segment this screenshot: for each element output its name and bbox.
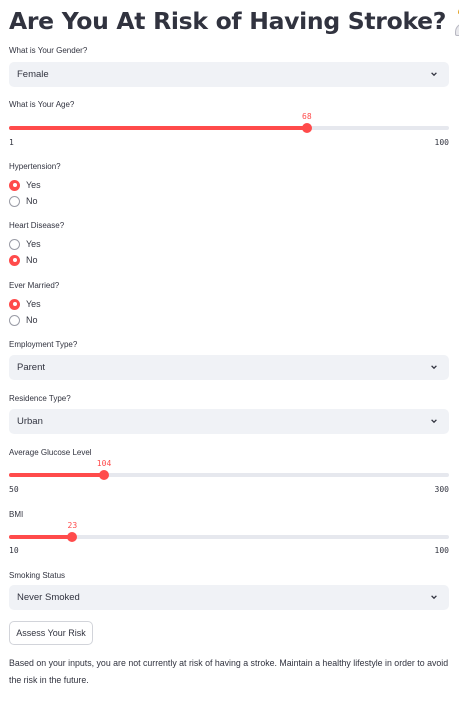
age-slider-fill — [9, 126, 307, 130]
glucose-max-tick: 300 — [434, 485, 449, 494]
health-worker-icon — [453, 6, 459, 36]
radio-label: No — [26, 196, 38, 206]
employment-select[interactable]: Parent — [9, 355, 449, 380]
age-max-tick: 100 — [434, 138, 449, 147]
hypertension-option-no[interactable]: No — [9, 195, 38, 207]
bmi-slider-thumb[interactable] — [67, 532, 78, 542]
heart-disease-label: Heart Disease? — [9, 221, 65, 230]
employment-select-value: Parent — [17, 362, 45, 373]
age-slider[interactable]: 68 — [9, 112, 449, 133]
radio-dot — [9, 238, 20, 250]
radio-label: No — [26, 315, 38, 325]
glucose-slider-thumb[interactable] — [99, 470, 110, 480]
residence-select-value: Urban — [17, 416, 43, 427]
residence-select[interactable]: Urban — [9, 409, 449, 434]
glucose-min-tick: 50 — [9, 485, 19, 494]
age-min-tick: 1 — [9, 138, 14, 147]
heart-disease-option-yes[interactable]: Yes — [9, 238, 41, 250]
hypertension-label: Hypertension? — [9, 162, 61, 171]
smoking-label: Smoking Status — [9, 571, 66, 580]
age-slider-value: 68 — [302, 112, 312, 121]
gender-select-value: Female — [17, 69, 49, 80]
radio-dot — [9, 179, 20, 191]
chevron-down-icon — [431, 419, 437, 424]
glucose-slider[interactable]: 104 — [9, 459, 449, 480]
page-title-text: Are You At Risk of Having Stroke? — [9, 7, 447, 35]
bmi-max-tick: 100 — [434, 546, 449, 555]
age-slider-thumb[interactable] — [301, 123, 312, 133]
ever-married-option-no[interactable]: No — [9, 314, 38, 326]
smoking-select-value: Never Smoked — [17, 592, 80, 603]
gender-select[interactable]: Female — [9, 62, 449, 87]
radio-dot — [9, 314, 20, 326]
chevron-down-icon — [431, 365, 437, 370]
chevron-down-icon — [431, 595, 437, 600]
radio-dot — [9, 254, 20, 266]
chevron-down-icon — [431, 72, 437, 77]
bmi-min-tick: 10 — [9, 546, 19, 555]
age-label: What is Your Age? — [9, 100, 75, 109]
smoking-select[interactable]: Never Smoked — [9, 585, 449, 610]
bmi-label: BMI — [9, 510, 24, 519]
bmi-slider-fill — [9, 535, 73, 539]
glucose-slider-value: 104 — [96, 459, 112, 468]
page-title: Are You At Risk of Having Stroke? — [9, 4, 459, 38]
radio-label: No — [26, 255, 38, 265]
radio-label: Yes — [26, 180, 41, 190]
bmi-slider-value: 23 — [67, 521, 78, 530]
radio-dot — [9, 195, 20, 207]
radio-dot — [9, 298, 20, 310]
glucose-slider-fill — [9, 473, 105, 477]
radio-label: Yes — [26, 239, 41, 249]
glucose-label: Average Glucose Level — [9, 448, 92, 457]
bmi-slider[interactable]: 23 — [9, 521, 449, 542]
ever-married-option-yes[interactable]: Yes — [9, 298, 41, 310]
employment-label: Employment Type? — [9, 340, 78, 349]
gender-label: What is Your Gender? — [9, 46, 88, 55]
ever-married-label: Ever Married? — [9, 281, 60, 290]
assess-risk-button[interactable]: Assess Your Risk — [9, 621, 93, 645]
result-message: Based on your inputs, you are not curren… — [9, 658, 449, 685]
hypertension-option-yes[interactable]: Yes — [9, 179, 41, 191]
residence-label: Residence Type? — [9, 394, 71, 403]
heart-disease-option-no[interactable]: No — [9, 254, 38, 266]
radio-label: Yes — [26, 299, 41, 309]
